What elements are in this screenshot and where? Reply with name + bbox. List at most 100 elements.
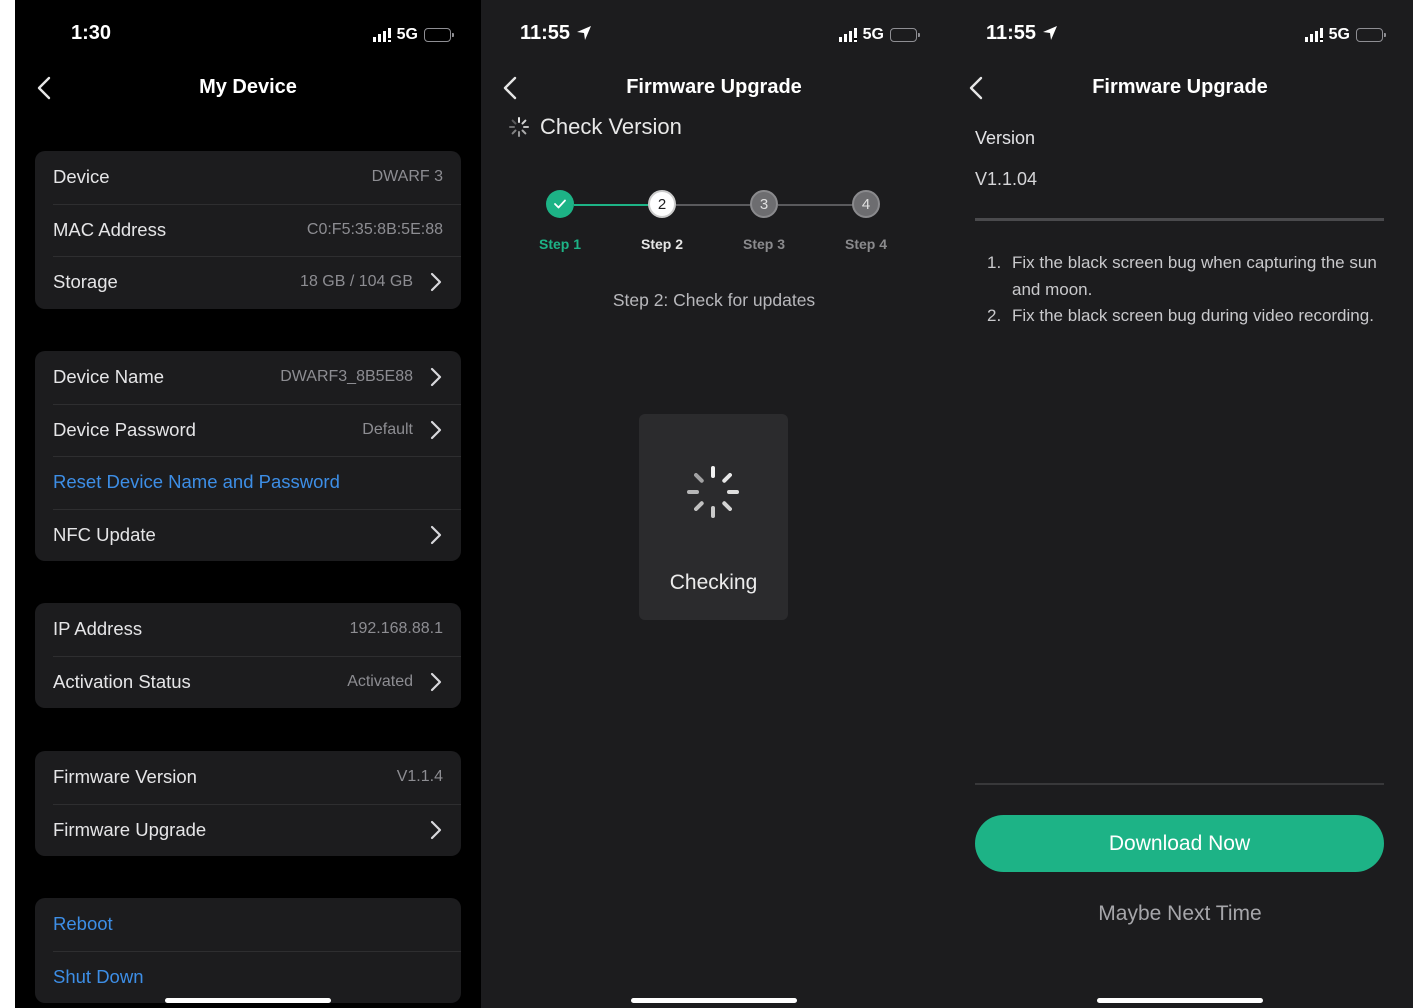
row-device: Device DWARF 3 (35, 151, 461, 204)
step-number: 2 (648, 190, 676, 218)
page-title: My Device (199, 76, 297, 98)
download-now-button[interactable]: Download Now (975, 815, 1384, 872)
row-label: Storage (53, 271, 118, 293)
chevron-right-icon (430, 273, 442, 292)
row-value: C0:F5:35:8B:5E:88 (306, 220, 443, 238)
maybe-next-time-button[interactable]: Maybe Next Time (947, 902, 1413, 926)
step-4: 4 Step 4 (826, 190, 906, 252)
battery-icon (424, 28, 454, 42)
network-type: 5G (862, 26, 884, 43)
network-type: 5G (396, 26, 418, 43)
section-title: Check Version (540, 114, 682, 139)
step-label: Step 4 (844, 236, 887, 252)
home-indicator[interactable] (165, 998, 331, 1003)
release-notes: 1. Fix the black screen bug when capturin… (983, 250, 1383, 330)
my-device-screen: 1:30 5G My Device Device DWARF 3 MAC Add… (15, 0, 481, 1008)
row-storage[interactable]: Storage 18 GB / 104 GB (35, 256, 461, 309)
row-reset-name-password[interactable]: Reset Device Name and Password (35, 456, 461, 509)
step-2: 2 Step 2 (622, 190, 702, 252)
row-label: NFC Update (53, 523, 156, 545)
reboot-link[interactable]: Reboot (53, 913, 113, 935)
chevron-right-icon (430, 820, 442, 839)
row-firmware-upgrade[interactable]: Firmware Upgrade (35, 803, 461, 857)
shut-down-link[interactable]: Shut Down (53, 966, 144, 988)
spinner-icon (509, 117, 529, 137)
step-number: 3 (750, 190, 778, 218)
status-time: 11:55 (986, 22, 1058, 45)
status-time: 1:30 (71, 22, 112, 44)
status-indicators: 5G (838, 26, 920, 44)
page-title: Firmware Upgrade (1092, 76, 1268, 98)
row-device-name[interactable]: Device Name DWARF3_8B5E88 (35, 351, 461, 404)
device-credentials-group: Device Name DWARF3_8B5E88 Device Passwor… (35, 351, 461, 561)
status-bar: 11:55 5G (947, 22, 1413, 52)
signal-icon (838, 28, 857, 42)
firmware-check-screen: 11:55 5G Firmware Upgrade Check Version (481, 0, 947, 1008)
row-activation-status[interactable]: Activation Status Activated (35, 655, 461, 709)
network-type: 5G (1328, 26, 1350, 43)
step-3: 3 Step 3 (724, 190, 804, 252)
row-firmware-version: Firmware Version V1.1.4 (35, 751, 461, 804)
row-value: Default (362, 420, 413, 438)
status-indicators: 5G (372, 26, 454, 44)
status-indicators: 5G (1304, 26, 1386, 44)
row-reboot[interactable]: Reboot (35, 898, 461, 951)
nav-bar: My Device (15, 70, 481, 106)
row-ip-address: IP Address 192.168.88.1 (35, 603, 461, 656)
chevron-right-icon (430, 525, 442, 544)
row-shut-down[interactable]: Shut Down (35, 950, 461, 1004)
row-label: Device Password (53, 418, 196, 440)
device-info-group: Device DWARF 3 MAC Address C0:F5:35:8B:5… (35, 151, 461, 309)
version-value: V1.1.04 (975, 169, 1038, 189)
step-progress: Step 1 2 Step 2 3 Step 3 4 Step 4 (481, 190, 947, 260)
row-value: V1.1.4 (396, 768, 443, 786)
step-label: Step 3 (742, 236, 785, 252)
location-arrow-icon (577, 26, 592, 40)
version-label: Version (975, 128, 1036, 148)
step-label: Step 1 (538, 236, 581, 252)
step-number: 4 (852, 190, 880, 218)
step-description: Step 2: Check for updates (612, 290, 816, 310)
status-time: 11:55 (520, 22, 592, 45)
power-group: Reboot Shut Down (35, 898, 461, 1003)
row-mac-address: MAC Address C0:F5:35:8B:5E:88 (35, 203, 461, 257)
row-device-password[interactable]: Device Password Default (35, 403, 461, 457)
row-label: Firmware Upgrade (53, 818, 207, 840)
chevron-right-icon (430, 368, 442, 387)
status-bar: 11:55 5G (481, 22, 947, 52)
status-bar: 1:30 5G (15, 22, 481, 52)
row-label: Firmware Version (53, 766, 197, 788)
home-indicator[interactable] (631, 998, 797, 1003)
loading-spinner-icon (687, 466, 739, 518)
divider (975, 783, 1384, 785)
release-note-item: 1. Fix the black screen bug when capturin… (987, 253, 1377, 299)
nav-bar: Firmware Upgrade (947, 70, 1413, 106)
row-label: Device Name (53, 366, 165, 388)
row-value: DWARF3_8B5E88 (280, 368, 413, 386)
chevron-right-icon (430, 420, 442, 439)
row-label: Device (53, 166, 110, 188)
chevron-right-icon (430, 672, 442, 691)
check-icon (546, 190, 574, 218)
battery-icon (890, 28, 920, 42)
row-label: IP Address (53, 618, 143, 640)
row-value: 192.168.88.1 (349, 620, 443, 638)
signal-icon (1304, 28, 1323, 42)
row-label: Activation Status (53, 670, 191, 692)
check-version-heading: Check Version (508, 114, 682, 140)
page-title: Firmware Upgrade (626, 76, 802, 98)
divider (975, 218, 1384, 221)
signal-icon (372, 28, 391, 42)
nav-bar: Firmware Upgrade (481, 70, 947, 106)
step-1: Step 1 (520, 190, 600, 252)
network-group: IP Address 192.168.88.1 Activation Statu… (35, 603, 461, 708)
row-value: Activated (347, 672, 413, 690)
row-label: MAC Address (53, 218, 167, 240)
reset-name-password-link[interactable]: Reset Device Name and Password (53, 471, 340, 493)
row-value: 18 GB / 104 GB (300, 273, 413, 291)
row-value: DWARF 3 (371, 168, 443, 186)
battery-icon (1356, 28, 1386, 42)
row-nfc-update[interactable]: NFC Update (35, 508, 461, 562)
firmware-group: Firmware Version V1.1.4 Firmware Upgrade (35, 751, 461, 856)
home-indicator[interactable] (1097, 998, 1263, 1003)
